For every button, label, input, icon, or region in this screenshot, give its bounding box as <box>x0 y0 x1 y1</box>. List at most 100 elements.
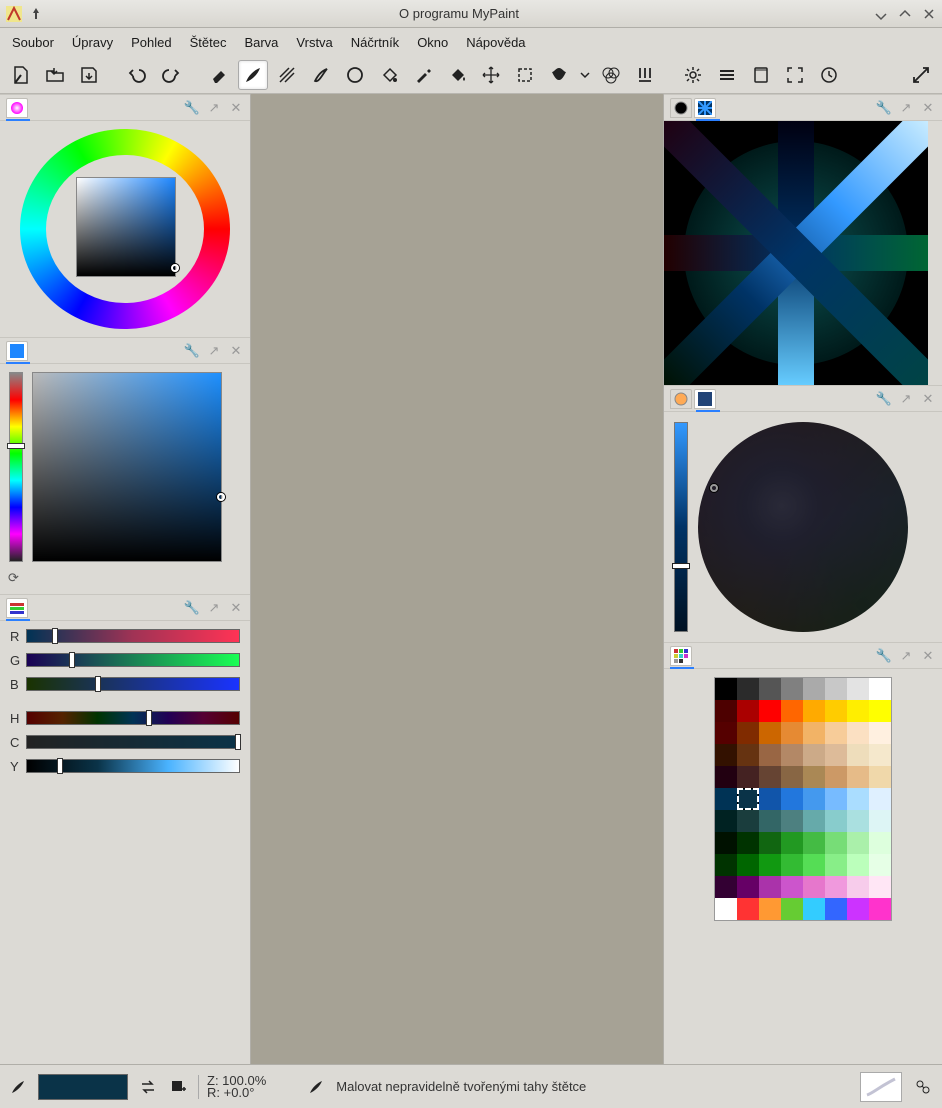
palette-swatch[interactable] <box>737 854 759 876</box>
palette-swatch[interactable] <box>759 832 781 854</box>
palette-swatch[interactable] <box>847 700 869 722</box>
palette-swatch[interactable] <box>715 876 737 898</box>
brush-button[interactable] <box>238 60 268 90</box>
palette-swatch[interactable] <box>825 700 847 722</box>
palette-swatch[interactable] <box>825 744 847 766</box>
canvas[interactable] <box>250 94 664 1064</box>
palette-swatch[interactable] <box>847 722 869 744</box>
palette-swatch[interactable] <box>781 832 803 854</box>
menu-barva[interactable]: Barva <box>244 35 278 50</box>
redo-button[interactable] <box>156 60 186 90</box>
wrench-icon[interactable]: 🔧 <box>184 100 200 116</box>
palette-swatch[interactable] <box>781 766 803 788</box>
palette-swatch[interactable] <box>847 854 869 876</box>
ink-tool-button[interactable] <box>306 60 336 90</box>
color-square-tab[interactable] <box>6 341 28 361</box>
palette-swatch[interactable] <box>869 788 891 810</box>
wash-ring-tab[interactable] <box>670 389 692 409</box>
slider-g[interactable]: G <box>10 651 240 669</box>
palette-swatch[interactable] <box>869 766 891 788</box>
palette-swatch[interactable] <box>715 788 737 810</box>
palette-swatch[interactable] <box>869 700 891 722</box>
palette-swatch[interactable] <box>715 722 737 744</box>
palette-swatch[interactable] <box>737 832 759 854</box>
palette-swatch[interactable] <box>847 678 869 700</box>
brush-preview[interactable] <box>860 1072 902 1102</box>
wash-lightness-bar[interactable] <box>674 422 688 632</box>
palette-swatch[interactable] <box>847 766 869 788</box>
menu-pohled[interactable]: Pohled <box>131 35 171 50</box>
slider-r[interactable]: R <box>10 627 240 645</box>
palette-swatch[interactable] <box>825 876 847 898</box>
wrench-icon[interactable]: 🔧 <box>876 648 892 664</box>
close-icon[interactable]: ✕ <box>920 391 936 407</box>
cross-picker[interactable] <box>664 121 928 385</box>
close-icon[interactable]: ✕ <box>920 100 936 116</box>
undo-button[interactable] <box>122 60 152 90</box>
wrench-icon[interactable]: 🔧 <box>876 391 892 407</box>
ellipse-tool-button[interactable] <box>340 60 370 90</box>
move-button[interactable] <box>476 60 506 90</box>
detach-icon[interactable]: ↗ <box>898 648 914 664</box>
lines-tool-button[interactable] <box>272 60 302 90</box>
detach-icon[interactable]: ↗ <box>206 100 222 116</box>
palette-swatch[interactable] <box>825 766 847 788</box>
palette-swatch[interactable] <box>803 810 825 832</box>
palette-swatch[interactable] <box>781 854 803 876</box>
palette-swatch[interactable] <box>847 744 869 766</box>
wrench-icon[interactable]: 🔧 <box>876 100 892 116</box>
hsv-wheel[interactable] <box>20 129 230 329</box>
palette-swatch[interactable] <box>781 898 803 920</box>
palette-swatch[interactable] <box>803 876 825 898</box>
bucket-button[interactable] <box>442 60 472 90</box>
palette-swatch[interactable] <box>737 678 759 700</box>
palette-swatch[interactable] <box>781 722 803 744</box>
expand-button[interactable] <box>906 60 936 90</box>
settings-button[interactable] <box>678 60 708 90</box>
palette-swatch[interactable] <box>715 678 737 700</box>
menu-upravy[interactable]: Úpravy <box>72 35 113 50</box>
palette-swatch[interactable] <box>847 788 869 810</box>
palette-swatch[interactable] <box>759 788 781 810</box>
close-icon[interactable]: ✕ <box>228 343 244 359</box>
palette-swatch[interactable] <box>759 766 781 788</box>
slider-h[interactable]: H <box>10 709 240 727</box>
palette-swatch[interactable] <box>781 700 803 722</box>
slider-y[interactable]: Y <box>10 757 240 775</box>
wash-square-tab[interactable] <box>694 389 716 409</box>
symmetry-button[interactable] <box>544 60 574 90</box>
palette-swatch[interactable] <box>803 898 825 920</box>
palette-swatch[interactable] <box>847 832 869 854</box>
open-button[interactable] <box>40 60 70 90</box>
close-icon[interactable]: ✕ <box>228 600 244 616</box>
sv-square[interactable] <box>32 372 222 562</box>
menu-stetec[interactable]: Štětec <box>190 35 227 50</box>
fill-tool-button[interactable] <box>374 60 404 90</box>
fullscreen-button[interactable] <box>780 60 810 90</box>
palette-swatch[interactable] <box>803 766 825 788</box>
color-cross-tab[interactable] <box>694 98 716 118</box>
detach-icon[interactable]: ↗ <box>206 600 222 616</box>
palette-tab[interactable] <box>670 646 692 666</box>
palette-swatch[interactable] <box>869 678 891 700</box>
history-button[interactable] <box>814 60 844 90</box>
close-button[interactable] <box>922 7 936 21</box>
menu-napoveda[interactable]: Nápověda <box>466 35 525 50</box>
palette-grid[interactable] <box>714 677 892 921</box>
palette-swatch[interactable] <box>847 876 869 898</box>
color-sliders-tab[interactable] <box>6 598 28 618</box>
palette-swatch[interactable] <box>759 854 781 876</box>
palette-swatch[interactable] <box>803 854 825 876</box>
layers-button[interactable] <box>712 60 742 90</box>
palette-swatch[interactable] <box>715 700 737 722</box>
pin-icon[interactable] <box>28 6 44 22</box>
eraser-button[interactable] <box>204 60 234 90</box>
palette-swatch[interactable] <box>825 854 847 876</box>
palette-swatch[interactable] <box>803 700 825 722</box>
dropdown-icon[interactable] <box>578 60 592 90</box>
refresh-icon[interactable]: ⟳ <box>8 570 24 586</box>
palette-swatch[interactable] <box>781 876 803 898</box>
palette-swatch[interactable] <box>847 810 869 832</box>
current-color-swatch[interactable] <box>38 1074 128 1100</box>
palette-swatch[interactable] <box>869 722 891 744</box>
